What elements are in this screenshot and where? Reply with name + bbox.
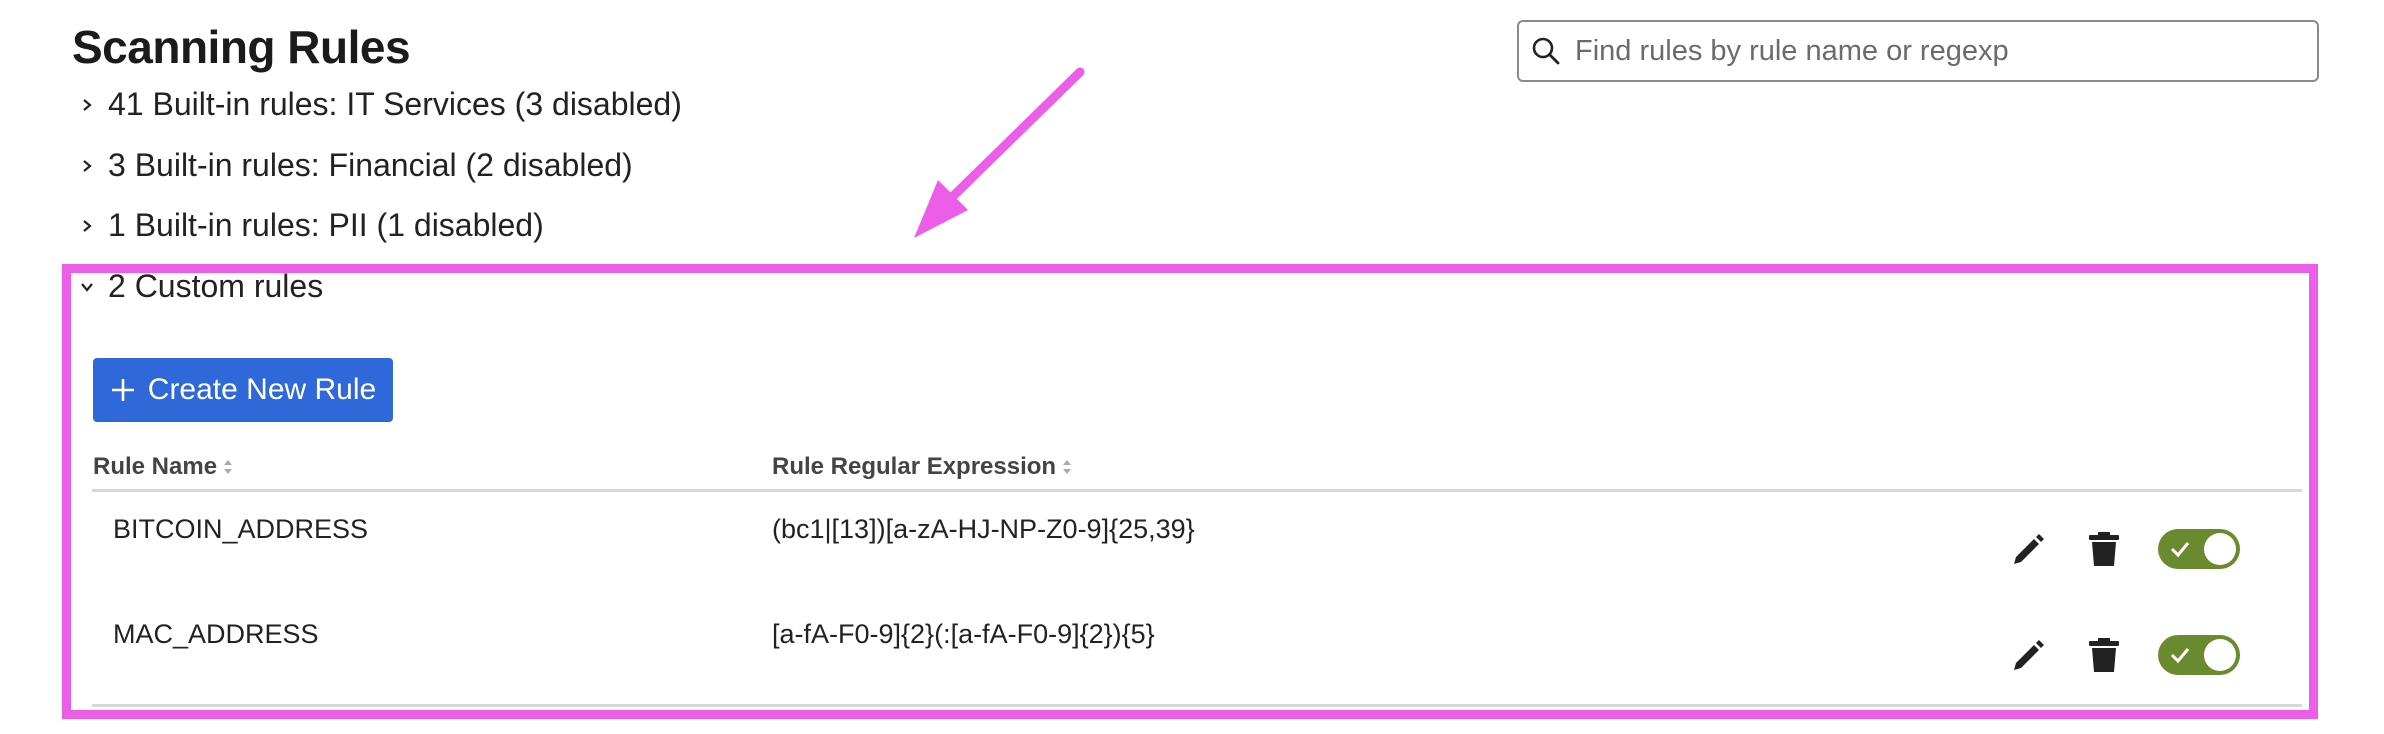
- toggle-knob: [2204, 639, 2236, 671]
- rule-name-cell: MAC_ADDRESS: [113, 619, 319, 649]
- group-it-services[interactable]: 41 Built-in rules: IT Services (3 disabl…: [80, 86, 682, 123]
- group-label: 3 Built-in rules: Financial (2 disabled): [108, 147, 633, 183]
- check-icon: [2170, 648, 2190, 664]
- column-header-rule-regex[interactable]: Rule Regular Expression: [772, 453, 1072, 481]
- table-header-divider: [92, 489, 2302, 492]
- page-title: Scanning Rules: [72, 21, 411, 73]
- chevron-right-icon: [83, 98, 92, 111]
- pencil-icon[interactable]: [2008, 635, 2048, 675]
- rule-regex-cell: (bc1|[13])[a-zA-HJ-NP-Z0-9]{25,39}: [772, 514, 1195, 544]
- create-new-rule-button[interactable]: Create New Rule: [93, 358, 393, 422]
- check-icon: [2170, 542, 2190, 558]
- rule-name-cell: BITCOIN_ADDRESS: [113, 514, 369, 544]
- toggle-knob: [2204, 533, 2236, 565]
- search-icon: [1532, 37, 1560, 65]
- search-box[interactable]: [1517, 20, 2319, 82]
- sort-icon: [224, 460, 233, 474]
- group-pii[interactable]: 1 Built-in rules: PII (1 disabled): [80, 207, 544, 244]
- column-header-rule-name[interactable]: Rule Name: [93, 453, 233, 481]
- page: Scanning Rules 41 Built-in rules: IT Ser…: [0, 0, 2384, 734]
- group-label: 1 Built-in rules: PII (1 disabled): [108, 207, 544, 243]
- group-financial[interactable]: 3 Built-in rules: Financial (2 disabled): [80, 147, 633, 184]
- rule-enabled-toggle[interactable]: [2158, 529, 2240, 569]
- trash-icon[interactable]: [2084, 635, 2124, 675]
- rule-regex-cell: [a-fA-F0-9]{2}(:[a-fA-F0-9]{2}){5}: [772, 619, 1155, 649]
- group-label: 41 Built-in rules: IT Services (3 disabl…: [108, 86, 682, 122]
- create-new-rule-label: Create New Rule: [147, 373, 377, 406]
- chevron-right-icon: [83, 159, 92, 172]
- table-bottom-divider: [92, 704, 2302, 707]
- plus-icon: [111, 379, 134, 401]
- chevron-right-icon: [83, 219, 92, 232]
- trash-icon[interactable]: [2084, 529, 2124, 569]
- rule-enabled-toggle[interactable]: [2158, 635, 2240, 675]
- search-input[interactable]: [1573, 33, 2297, 69]
- pencil-icon[interactable]: [2008, 529, 2048, 569]
- sort-icon: [1063, 460, 1072, 474]
